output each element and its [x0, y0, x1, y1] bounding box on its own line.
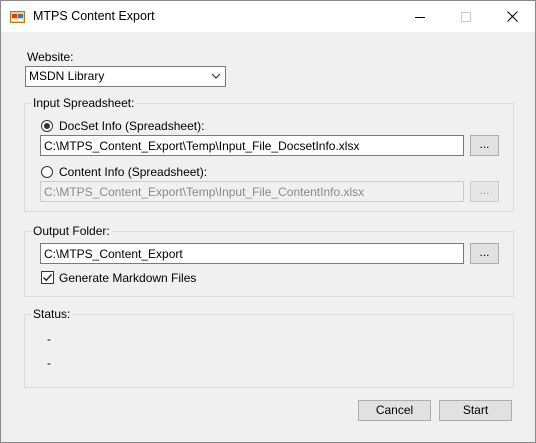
content-info-browse-button[interactable]: ...: [470, 181, 499, 202]
website-selected-value: MSDN Library: [29, 69, 105, 83]
docset-info-radio[interactable]: [41, 120, 53, 132]
start-button[interactable]: Start: [439, 400, 512, 421]
generate-markdown-checkbox[interactable]: [41, 271, 54, 284]
content-info-path-input[interactable]: C:\MTPS_Content_Export\Temp\Input_File_C…: [40, 181, 464, 202]
title-bar[interactable]: MTPS Content Export: [1, 1, 535, 32]
close-button[interactable]: [489, 1, 535, 32]
status-line-2: -: [47, 356, 51, 370]
docset-info-label: DocSet Info (Spreadsheet):: [59, 119, 205, 133]
output-folder-input[interactable]: C:\MTPS_Content_Export: [40, 243, 464, 264]
docset-info-browse-button[interactable]: ...: [470, 135, 499, 156]
minimize-icon: [415, 16, 425, 18]
cancel-button[interactable]: Cancel: [358, 400, 431, 421]
checkmark-icon: [43, 273, 53, 282]
maximize-icon: [461, 11, 471, 22]
close-icon: [506, 11, 518, 22]
generate-markdown-label: Generate Markdown Files: [59, 271, 197, 285]
docset-info-path-input[interactable]: C:\MTPS_Content_Export\Temp\Input_File_D…: [40, 135, 464, 156]
output-folder-group-label: Output Folder:: [31, 224, 112, 238]
content-info-label: Content Info (Spreadsheet):: [59, 165, 208, 179]
website-dropdown[interactable]: MSDN Library: [25, 66, 226, 87]
output-folder-browse-button[interactable]: ...: [470, 243, 499, 264]
input-spreadsheet-group-label: Input Spreadsheet:: [31, 96, 137, 110]
radio-selected-dot: [44, 123, 50, 129]
output-folder-group: Output Folder:: [24, 224, 514, 297]
content-info-radio[interactable]: [41, 166, 53, 178]
maximize-button[interactable]: [443, 1, 489, 32]
minimize-button[interactable]: [397, 1, 443, 32]
app-window-icon: [10, 11, 25, 23]
website-label: Website:: [27, 50, 74, 64]
status-group: Status:: [24, 307, 514, 388]
chevron-down-icon: [211, 73, 221, 79]
status-group-label: Status:: [31, 307, 73, 321]
status-line-1: -: [47, 332, 51, 346]
window-title: MTPS Content Export: [33, 9, 155, 23]
export-dialog-window: MTPS Content Export Website: MSDN Librar…: [0, 0, 536, 443]
